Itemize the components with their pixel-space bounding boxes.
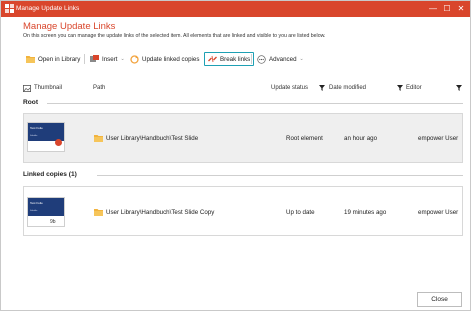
column-thumbnail[interactable]: Thumbnail xyxy=(23,79,62,97)
broken-link-icon xyxy=(208,55,217,63)
section-divider xyxy=(47,103,463,104)
row-date-modified: an hour ago xyxy=(344,135,378,142)
table-row[interactable]: Test Folie Subtitle User Library\Handbuc… xyxy=(23,113,463,163)
advanced-label: Advanced xyxy=(269,55,297,63)
filter-icon[interactable] xyxy=(456,85,462,91)
column-update-status[interactable]: Update status xyxy=(271,79,308,97)
row-path-text: User Library\Handbuch\Test Slide xyxy=(106,134,199,142)
window-title: Manage Update Links xyxy=(16,5,80,12)
update-icon xyxy=(130,54,139,64)
title-bar: Manage Update Links — ☐ ✕ xyxy=(1,1,470,17)
row-update-status: Root element xyxy=(286,135,323,142)
insert-label: Insert xyxy=(102,55,118,63)
root-badge-icon xyxy=(55,139,62,146)
column-date-modified[interactable]: Date modified xyxy=(329,79,366,97)
filter-icon[interactable] xyxy=(397,85,403,91)
close-window-button[interactable]: ✕ xyxy=(455,3,467,14)
column-path-label: Path xyxy=(93,85,106,91)
column-update-status-label: Update status xyxy=(271,85,309,91)
row-update-status: Up to date xyxy=(286,209,315,216)
maximize-button[interactable]: ☐ xyxy=(441,3,453,14)
update-linked-copies-label: Update linked copies xyxy=(142,55,200,63)
chevron-down-icon: ⌄ xyxy=(120,56,125,62)
slide-thumbnail: Test Folie Subtitle xyxy=(27,122,65,152)
thumbnail-title: Test Folie xyxy=(30,126,43,130)
open-in-library-button[interactable]: Open in Library xyxy=(23,52,83,66)
column-path[interactable]: Path xyxy=(93,79,105,97)
close-button[interactable]: Close xyxy=(417,292,462,307)
thumbnail-title: Test Folie xyxy=(30,201,43,205)
thumbnail-subtitle: Subtitle xyxy=(30,210,38,212)
break-links-button[interactable]: Break links xyxy=(204,52,255,66)
dialog-window: Manage Update Links — ☐ ✕ Manage Update … xyxy=(0,0,471,311)
folder-icon xyxy=(26,56,35,63)
chevron-down-icon: ⌄ xyxy=(299,56,304,62)
column-thumbnail-label: Thumbnail xyxy=(34,85,63,91)
more-options-icon xyxy=(257,54,266,64)
column-editor-label: Editor xyxy=(406,85,422,91)
row-path: User Library\Handbuch\Test Slide xyxy=(94,134,198,142)
minimize-button[interactable]: — xyxy=(427,3,439,14)
advanced-dropdown-button[interactable]: Advanced ⌄ xyxy=(254,52,307,66)
library-folder-icon xyxy=(94,135,103,142)
library-folder-icon xyxy=(94,209,103,216)
row-editor: empower User xyxy=(418,209,459,216)
section-root-heading: Root xyxy=(23,99,39,106)
open-in-library-label: Open in Library xyxy=(38,55,81,63)
section-linked-copies-heading: Linked copies (1) xyxy=(23,171,77,178)
column-date-modified-label: Date modified xyxy=(329,85,367,91)
break-links-label: Break links xyxy=(220,55,251,63)
thumbnail-subtitle: Subtitle xyxy=(30,135,38,137)
toolbar-divider xyxy=(84,54,85,64)
slide-thumbnail: Test Folie Subtitle 9b xyxy=(27,197,65,227)
row-date-modified: 19 minutes ago xyxy=(344,209,387,216)
insert-dropdown-button[interactable]: Insert ⌄ xyxy=(87,52,128,66)
table-row[interactable]: Test Folie Subtitle 9b User Library\Hand… xyxy=(23,186,463,236)
page-title: Manage Update Links xyxy=(23,21,116,32)
row-editor: empower User xyxy=(418,135,459,142)
image-icon xyxy=(23,84,31,92)
insert-icon xyxy=(90,55,99,62)
page-subtitle: On this screen you can manage the update… xyxy=(23,33,326,39)
linked-copy-icon: 9b xyxy=(50,219,56,225)
toolbar-divider xyxy=(251,54,252,64)
row-path: User Library\Handbuch\Test Slide Copy xyxy=(94,208,214,216)
column-editor[interactable]: Editor xyxy=(406,79,422,97)
filter-icon[interactable] xyxy=(319,85,325,91)
toolbar: Open in Library Insert ⌄ Update linked c… xyxy=(23,50,463,68)
app-logo-icon xyxy=(5,4,14,13)
section-divider xyxy=(97,175,463,176)
update-linked-copies-button[interactable]: Update linked copies xyxy=(127,52,202,66)
row-path-text: User Library\Handbuch\Test Slide Copy xyxy=(106,208,215,216)
